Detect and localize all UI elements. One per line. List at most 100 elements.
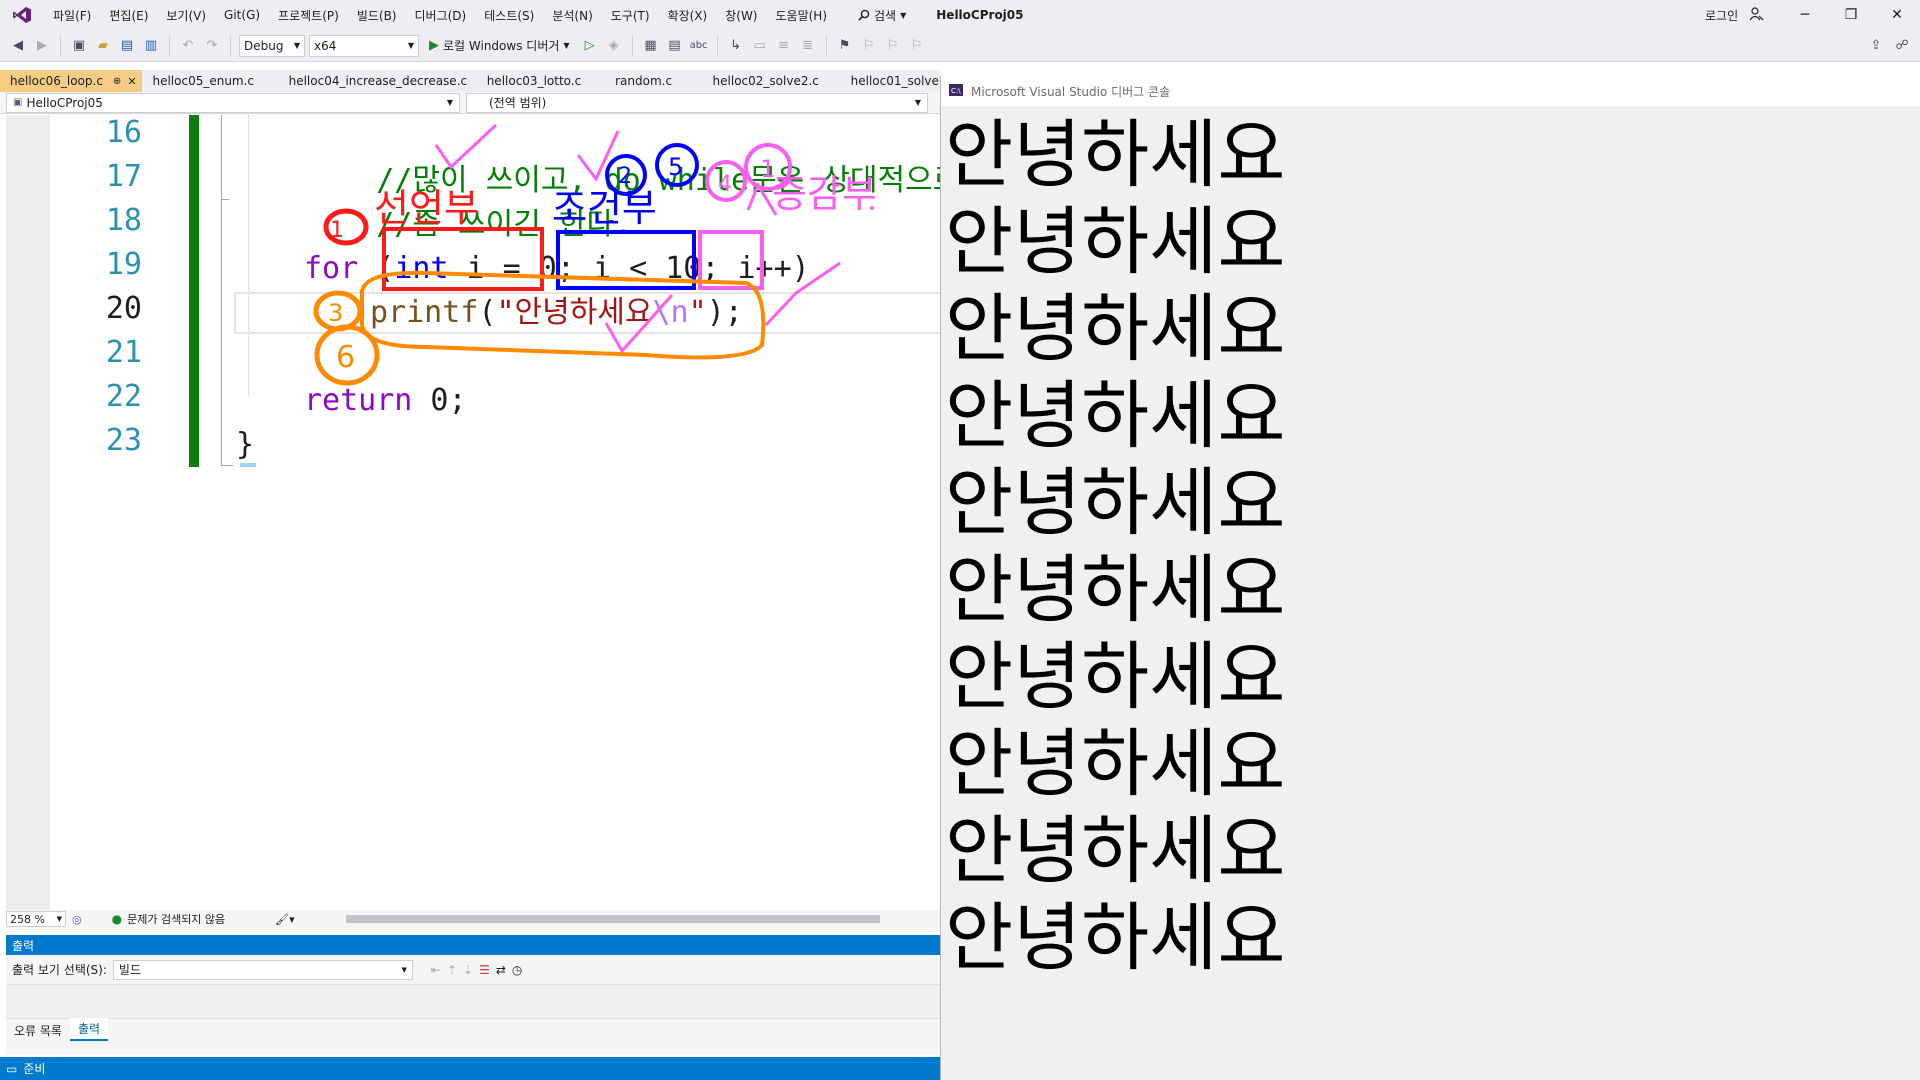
code-escape: \n [652,295,689,330]
toolbar-divider [716,35,718,56]
step-icon[interactable]: ↳ [726,36,746,56]
next-bookmark-icon[interactable]: ⚐ [883,36,903,56]
feedback-icon[interactable]: ☍ [1892,36,1912,56]
console-line: 안녕하세요 [945,634,1286,720]
menu-extensions[interactable]: 확장(X) [659,7,717,24]
code-line-19[interactable]: for (int i = 0; i < 10; i++) [304,247,810,291]
login-link[interactable]: 로그인 [1705,7,1738,24]
save-icon[interactable]: ▤ [117,36,137,56]
prev-message-icon[interactable]: ⇡ [447,963,457,977]
clear-bookmarks-icon[interactable]: ⚐ [907,36,927,56]
start-debugging-button[interactable]: ▶ 로컬 Windows 디버거 ▼ [423,37,576,54]
output-source-select[interactable]: 빌드 ▼ [112,959,413,980]
uncomment-icon[interactable]: ≣ [798,36,818,56]
debug-console-window[interactable]: C:\ Microsoft Visual Studio 디버그 콘솔 안녕하세요… [940,76,1920,1080]
next-message-icon[interactable]: ⇣ [463,963,473,977]
menu-edit[interactable]: 편집(E) [100,7,157,24]
code-line-16[interactable]: //많이 쓰이고, do while문은 상대적으로 [304,115,940,198]
new-project-icon[interactable]: ▣ [69,36,89,56]
account-settings-icon[interactable] [1748,6,1764,25]
indicator-margin[interactable] [6,115,50,910]
forward-icon[interactable]: ▶ [32,36,52,56]
tab-helloc02-solve2[interactable]: helloc02_solve2.c [703,70,841,92]
scope-dropdown[interactable]: (전역 범위) ▼ [466,92,928,113]
navigation-bar: ▣ HelloCProj05 ▼ (전역 범위) ▼ [0,92,940,114]
tab-helloc03-lotto[interactable]: helloc03_lotto.c [477,70,605,92]
menu-window[interactable]: 창(W) [716,7,766,24]
menu-tools[interactable]: 도구(T) [602,7,659,24]
console-title-bar[interactable]: C:\ Microsoft Visual Studio 디버그 콘솔 [941,76,1920,106]
find-message-icon[interactable]: ⇤ [431,963,441,977]
code-keyword: return [304,383,413,418]
project-dropdown[interactable]: ▣ HelloCProj05 ▼ [6,92,460,113]
console-line: 안녕하세요 [945,895,1286,981]
configuration-select[interactable]: Debug ▼ [239,34,305,57]
code-cleanup-icon[interactable]: 🖌▾ [275,913,295,926]
horizontal-scrollbar[interactable] [346,915,880,923]
word-wrap-icon[interactable]: ⇄ [496,963,506,977]
console-line: 안녕하세요 [945,373,1286,459]
code-editor[interactable]: 16 17 18 19 20 21 22 23 //많이 쓰이고, do whi… [6,115,940,910]
menu-git[interactable]: Git(G) [215,8,269,22]
zoom-select[interactable]: 258 % ▼ [6,911,66,927]
clear-all-icon[interactable]: ☰ [479,963,490,977]
output-text-area[interactable] [6,985,940,1019]
platform-select[interactable]: x64 ▼ [309,34,419,57]
annotation-condition: 조건부 [552,186,657,230]
outlining-tick [221,199,229,200]
code-line-23[interactable]: } [236,423,254,467]
browse-icon[interactable]: ▦ [641,36,661,56]
code-function: printf [370,295,479,330]
menu-help[interactable]: 도움말(H) [767,7,837,24]
visual-studio-logo-icon[interactable] [0,0,44,30]
save-all-icon[interactable]: ▥ [141,36,161,56]
search-button[interactable]: 검색 ▼ [850,7,914,24]
toolbar-divider [169,35,170,56]
tab-helloc05-enum[interactable]: helloc05_enum.c [142,70,278,92]
tab-helloc06-loop[interactable]: helloc06_loop.c ⊕ ✕ [0,70,143,92]
menu-file[interactable]: 파일(F) [44,7,100,24]
hot-reload-icon[interactable]: ◈ [604,36,624,56]
tab-output[interactable]: 출력 [69,1018,109,1041]
maximize-icon[interactable]: ❐ [1828,0,1874,30]
menu-view[interactable]: 보기(V) [157,7,215,24]
window-icon[interactable]: ▭ [750,36,770,56]
pin-icon[interactable]: ⊕ [113,76,121,87]
menu-analyze[interactable]: 분석(N) [543,7,601,24]
tab-error-list[interactable]: 오류 목록 [6,1020,70,1041]
copilot-icon[interactable]: ◎ [72,913,82,926]
code-line-20[interactable]: printf("안녕하세요\n"); [370,291,743,335]
layout-icon[interactable]: ▤ [665,36,685,56]
tab-random[interactable]: random.c [605,70,702,92]
console-line: 안녕하세요 [945,721,1286,807]
comment-icon[interactable]: ≡ [774,36,794,56]
output-panel-header[interactable]: 출력 [6,935,940,955]
bookmark-icon[interactable]: ⚑ [835,36,855,56]
spellcheck-icon[interactable]: abc [689,36,709,56]
menu-project[interactable]: 프로젝트(P) [269,7,348,24]
timestamp-icon[interactable]: ◷ [512,963,522,977]
code-line-22[interactable]: return 0; [304,379,467,423]
document-tabs: helloc06_loop.c ⊕ ✕ helloc05_enum.c hell… [0,70,940,92]
chevron-down-icon: ▼ [401,965,407,974]
tab-helloc04-increase-decrease[interactable]: helloc04_increase_decrease.c [279,70,477,92]
back-icon[interactable]: ◀ [8,36,28,56]
redo-icon[interactable]: ↷ [202,36,222,56]
close-icon[interactable]: ✕ [127,75,136,88]
code-keyword: for [304,251,359,286]
tab-helloc01-solve[interactable]: helloc01_solve [841,70,940,92]
prev-bookmark-icon[interactable]: ⚐ [859,36,879,56]
menu-test[interactable]: 테스트(S) [475,7,543,24]
tab-label: random.c [615,74,673,88]
output-toolbar: 출력 보기 선택(S): 빌드 ▼ ⇤ ⇡ ⇣ ☰ ⇄ ◷ [6,955,940,985]
menu-build[interactable]: 빌드(B) [348,7,406,24]
start-without-debugging-icon[interactable]: ▷ [580,36,600,56]
live-share-icon[interactable]: ⇪ [1866,36,1886,56]
issues-indicator[interactable]: ● 문제가 검색되지 않음 [112,911,226,927]
open-folder-icon[interactable]: ▰ [93,36,113,56]
undo-icon[interactable]: ↶ [178,36,198,56]
menu-bar: 파일(F) 편집(E) 보기(V) Git(G) 프로젝트(P) 빌드(B) 디… [0,0,1920,30]
close-icon[interactable]: ✕ [1874,0,1920,30]
menu-debug[interactable]: 디버그(D) [406,7,476,24]
minimize-icon[interactable]: ─ [1782,0,1828,30]
